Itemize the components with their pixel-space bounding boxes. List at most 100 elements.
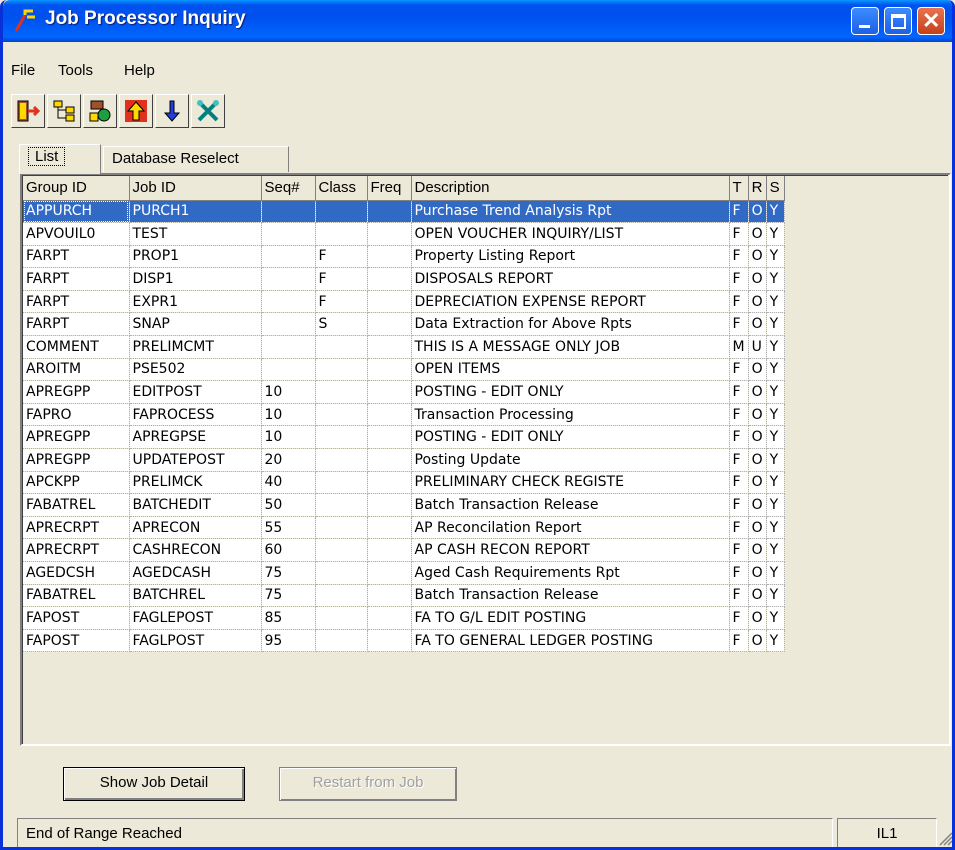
table-cell: O <box>748 403 767 427</box>
table-row[interactable]: FARPT SNAP S Data Extraction for Above Rpts… <box>23 312 785 337</box>
column-header-job-id[interactable]: Job ID <box>129 176 262 201</box>
table-cell: PRELIMINARY CHECK REGISTE <box>411 471 730 495</box>
table-cell: F <box>729 358 749 382</box>
job-grid[interactable]: Group ID Job ID Seq# Class Freq Descript… <box>20 173 951 746</box>
table-cell: O <box>748 561 767 585</box>
column-header-group-id[interactable]: Group ID <box>23 176 130 201</box>
table-row[interactable]: FARPT PROP1 F Property Listing Report F O Y <box>23 245 785 269</box>
table-cell: F <box>729 267 749 291</box>
table-cell: 75 <box>261 561 316 585</box>
column-header-description[interactable]: Description <box>411 176 730 201</box>
table-row[interactable]: AROITM PSE502 OPEN ITEMS F O Y <box>23 358 785 382</box>
table-row[interactable]: APVOUIL0 TEST OPEN VOUCHER INQUIRY/LIST F O Y <box>23 222 785 246</box>
table-cell: Y <box>766 335 785 359</box>
tab-list[interactable]: List <box>19 144 101 174</box>
resize-grip-icon[interactable] <box>937 830 953 846</box>
table-row[interactable]: APPURCH PURCH1 Purchase Trend Analysis Rpt… <box>23 200 785 224</box>
menu-bar: File Tools Help <box>3 42 952 84</box>
table-cell: APREGPP <box>23 448 130 472</box>
menu-tools[interactable]: Tools <box>58 62 93 79</box>
table-cell <box>315 561 368 585</box>
table-cell: FA TO G/L EDIT POSTING <box>411 606 730 630</box>
table-row[interactable]: FABATREL BATCHEDIT 50 Batch Transaction Rel… <box>23 493 785 517</box>
table-cell: AGEDCSH <box>23 561 130 585</box>
table-row[interactable]: FARPT DISP1 F DISPOSALS REPORT F O Y <box>23 267 785 291</box>
table-cell <box>367 561 412 585</box>
table-cell: F <box>729 290 749 314</box>
column-header-class[interactable]: Class <box>315 176 368 201</box>
table-cell <box>367 245 412 269</box>
table-cell: Y <box>766 200 785 224</box>
table-cell: F <box>729 380 749 404</box>
table-row[interactable]: APCKPP PRELIMCK 40 PRELIMINARY CHECK REGIST… <box>23 471 785 495</box>
table-cell: O <box>748 538 767 562</box>
maximize-button[interactable] <box>884 7 912 35</box>
title-bar[interactable]: Job Processor Inquiry ✕ <box>3 0 952 42</box>
table-cell: Y <box>766 561 785 585</box>
table-cell <box>367 403 412 427</box>
table-cell <box>315 403 368 427</box>
table-cell <box>367 471 412 495</box>
table-row[interactable]: FAPOST FAGLEPOST 85 FA TO G/L EDIT POSTING F… <box>23 606 785 630</box>
table-cell: F <box>729 471 749 495</box>
table-cell: APREGPP <box>23 425 130 450</box>
column-header-freq[interactable]: Freq <box>367 176 412 201</box>
table-cell: O <box>748 584 767 608</box>
menu-help[interactable]: Help <box>124 62 155 79</box>
table-cell: OPEN ITEMS <box>411 358 730 382</box>
table-cell: UPDATEPOST <box>129 448 262 472</box>
table-cell: FARPT <box>23 312 130 337</box>
table-cell: F <box>729 222 749 246</box>
move-down-button[interactable] <box>155 94 189 128</box>
table-cell <box>367 312 412 337</box>
tree-button[interactable] <box>47 94 81 128</box>
table-row[interactable]: FABATREL BATCHREL 75 Batch Transaction Rele… <box>23 584 785 608</box>
table-cell <box>261 312 316 337</box>
close-button[interactable]: ✕ <box>917 7 945 35</box>
table-row[interactable]: APRECRPT CASHRECON 60 AP CASH RECON REPORT F… <box>23 538 785 562</box>
table-row[interactable]: APREGPP APREGPSE 10 POSTING - EDIT ONLY F O Y <box>23 425 785 450</box>
table-row[interactable]: AGEDCSH AGEDCASH 75 Aged Cash Requirements … <box>23 561 785 585</box>
menu-file[interactable]: File <box>11 62 35 79</box>
table-cell: Y <box>766 448 785 472</box>
tab-database-reselect[interactable]: Database Reselect <box>103 146 289 172</box>
table-cell: F <box>729 200 749 224</box>
minimize-button[interactable] <box>851 7 879 35</box>
show-job-detail-button[interactable]: Show Job Detail <box>63 767 245 801</box>
table-cell: O <box>748 380 767 404</box>
column-header-s[interactable]: S <box>766 176 785 201</box>
table-header-row: Group ID Job ID Seq# Class Freq Descript… <box>23 176 785 201</box>
table-cell <box>367 380 412 404</box>
job-table: Group ID Job ID Seq# Class Freq Descript… <box>23 176 785 653</box>
table-cell <box>315 448 368 472</box>
tools-button[interactable] <box>191 94 225 128</box>
table-cell: F <box>729 448 749 472</box>
table-cell: PURCH1 <box>129 200 262 224</box>
table-cell: DISPOSALS REPORT <box>411 267 730 291</box>
table-cell: F <box>729 516 749 540</box>
table-row[interactable]: FAPOST FAGLPOST 95 FA TO GENERAL LEDGER POS… <box>23 629 785 653</box>
exit-button[interactable] <box>11 94 45 128</box>
table-cell: O <box>748 493 767 517</box>
jobs-button[interactable] <box>83 94 117 128</box>
table-row[interactable]: FARPT EXPR1 F DEPRECIATION EXPENSE REPORT F O… <box>23 290 785 314</box>
table-row[interactable]: APREGPP EDITPOST 10 POSTING - EDIT ONLY F O Y <box>23 380 785 404</box>
table-cell <box>261 222 316 246</box>
table-cell: COMMENT <box>23 335 130 359</box>
table-cell <box>367 629 412 653</box>
table-cell: FARPT <box>23 245 130 269</box>
column-header-t[interactable]: T <box>729 176 749 201</box>
table-row[interactable]: COMMENT PRELIMCMT THIS IS A MESSAGE ONLY J… <box>23 335 785 359</box>
move-up-button[interactable] <box>119 94 153 128</box>
column-header-r[interactable]: R <box>748 176 767 201</box>
table-cell: Posting Update <box>411 448 730 472</box>
table-cell: Aged Cash Requirements Rpt <box>411 561 730 585</box>
table-row[interactable]: APREGPP UPDATEPOST 20 Posting Update F O Y <box>23 448 785 472</box>
table-row[interactable]: FAPRO FAPROCESS 10 Transaction Processing F O… <box>23 403 785 427</box>
table-cell: Y <box>766 584 785 608</box>
table-row[interactable]: APRECRPT APRECON 55 AP Reconcilation Report… <box>23 516 785 540</box>
table-cell: Y <box>766 358 785 382</box>
table-cell: Y <box>766 471 785 495</box>
column-header-seq[interactable]: Seq# <box>261 176 316 201</box>
table-cell <box>261 245 316 269</box>
